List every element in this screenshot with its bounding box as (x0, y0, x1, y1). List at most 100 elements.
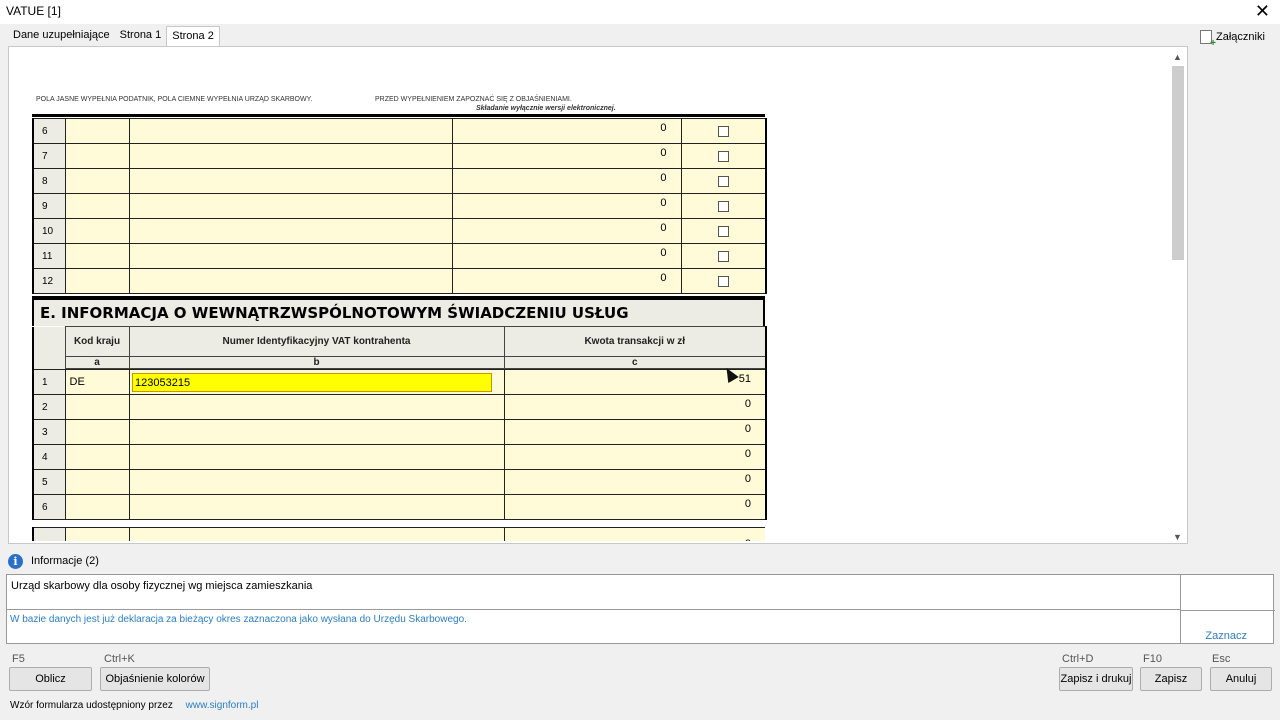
row-checkbox[interactable] (717, 275, 729, 287)
footer: Wzór formularza udostępniony przez www.s… (0, 697, 1280, 720)
cell-input[interactable] (64, 143, 130, 169)
column-header-country: Kod kraju (64, 326, 130, 357)
scroll-down-icon[interactable]: ▼ (1173, 532, 1182, 542)
row-number: 10 (32, 218, 66, 244)
column-sub-a: a (64, 356, 130, 369)
form-note-left: POLA JASNE WYPEŁNIA PODATNIK, POLA CIEMN… (36, 96, 313, 103)
title-bar: VATUE [1] ✕ (0, 0, 1280, 24)
vat-number-input[interactable] (132, 373, 492, 392)
scroll-thumb[interactable] (1172, 66, 1184, 260)
cell-input[interactable] (64, 193, 130, 219)
clipped-row: 7 0 (32, 527, 765, 541)
color-legend-button[interactable]: Objaśnienie kolorów (100, 667, 210, 691)
cell-value[interactable]: 0 (451, 218, 682, 244)
cell-input[interactable] (64, 118, 130, 144)
row-checkbox[interactable] (717, 225, 729, 237)
amount-cell[interactable]: 0 (503, 494, 767, 520)
footer-link[interactable]: www.signform.pl (186, 700, 259, 711)
row-checkbox[interactable] (717, 150, 729, 162)
cell-input[interactable] (64, 168, 130, 194)
mark-link[interactable]: Zaznacz (1205, 630, 1247, 642)
table-row: 7 0 (32, 527, 765, 541)
cell-value[interactable]: 0 (451, 243, 682, 269)
row-checkbox[interactable] (717, 200, 729, 212)
row-number: 7 (32, 143, 66, 169)
country-cell[interactable] (64, 419, 130, 445)
attachment-add-icon (1200, 30, 1216, 49)
cell-input[interactable] (128, 143, 453, 169)
cell-value[interactable]: 0 (451, 268, 682, 294)
vat-cell[interactable] (128, 469, 505, 495)
amount-cell[interactable]: 0 (503, 469, 767, 495)
row-number: 2 (32, 394, 66, 420)
cell-value[interactable]: 0 (451, 193, 682, 219)
vat-cell[interactable] (128, 394, 505, 420)
country-cell[interactable] (64, 494, 130, 520)
info-tab[interactable]: i Informacje (2) (8, 550, 99, 572)
amount-cell[interactable]: 0 (503, 394, 767, 420)
cell-input[interactable] (128, 118, 453, 144)
row-number: 6 (32, 118, 66, 144)
row-number: 11 (32, 243, 66, 269)
row-number: 12 (32, 268, 66, 294)
table-row: 2 0 (32, 394, 767, 420)
attachments-button[interactable]: Załączniki (1200, 30, 1265, 49)
window-title: VATUE [1] (6, 4, 61, 18)
row-number: 9 (32, 193, 66, 219)
form-scrollbar[interactable]: ▲ ▼ (1170, 52, 1186, 542)
cell-input[interactable] (128, 168, 453, 194)
cell-input[interactable] (128, 193, 453, 219)
save-button[interactable]: Zapisz (1140, 667, 1202, 691)
vat-cell[interactable] (128, 419, 505, 445)
save-print-button[interactable]: Zapisz i drukuj (1059, 667, 1133, 691)
table-row: 6 0 (32, 494, 767, 520)
vat-cell[interactable] (128, 494, 505, 520)
tab-dane-uzupelniajace[interactable]: Dane uzupełniające (8, 26, 115, 46)
amount-cell[interactable]: 0 (503, 444, 767, 470)
vat-cell[interactable] (128, 527, 505, 541)
upper-table: 6 0 7 0 8 0 9 0 10 0 11 0 12 0 (32, 118, 767, 294)
attachments-label: Załączniki (1216, 31, 1265, 43)
row-checkbox[interactable] (717, 125, 729, 137)
form-note-sub: Składanie wyłącznie wersji elektroniczne… (476, 105, 616, 112)
cell-input[interactable] (64, 268, 130, 294)
section-e-title: E. INFORMACJA O WEWNĄTRZWSPÓLNOTOWYM ŚWI… (32, 300, 765, 326)
amount-cell[interactable]: 0 (503, 527, 765, 541)
table-row: 11 0 (32, 243, 767, 269)
row-checkbox[interactable] (717, 175, 729, 187)
cell-value[interactable]: 0 (451, 143, 682, 169)
info-messages: Urząd skarbowy dla osoby fizycznej wg mi… (6, 574, 1275, 644)
info-icon: i (8, 553, 23, 569)
row-checkbox[interactable] (717, 250, 729, 262)
cell-input[interactable] (128, 243, 453, 269)
cancel-button[interactable]: Anuluj (1210, 667, 1272, 691)
close-icon[interactable]: ✕ (1255, 1, 1270, 21)
cell-input[interactable] (64, 218, 130, 244)
vat-cell[interactable] (128, 444, 505, 470)
cell-value[interactable]: 0 (451, 118, 682, 144)
cell-value[interactable]: 0 (451, 168, 682, 194)
amount-cell[interactable]: 0 (503, 419, 767, 445)
table-row: 8 0 (32, 168, 767, 194)
footer-text: Wzór formularza udostępniony przez (10, 700, 173, 711)
country-cell[interactable] (64, 394, 130, 420)
info-message-1: Urząd skarbowy dla osoby fizycznej wg mi… (7, 575, 1181, 610)
cell-input[interactable] (64, 243, 130, 269)
shortcut-ctrl-k: Ctrl+K (104, 653, 135, 665)
row-number: 3 (32, 419, 66, 445)
calculate-button[interactable]: Oblicz (9, 667, 92, 691)
table-row: 7 0 (32, 143, 767, 169)
table-row: 3 0 (32, 419, 767, 445)
scroll-up-icon[interactable]: ▲ (1173, 52, 1182, 62)
table-row: 9 0 (32, 193, 767, 219)
cell-input[interactable] (128, 218, 453, 244)
cell-input[interactable] (128, 268, 453, 294)
tab-strona-2[interactable]: Strona 2 (166, 26, 220, 46)
info-tab-label: Informacje (2) (31, 555, 99, 567)
country-cell[interactable] (64, 469, 130, 495)
country-cell[interactable] (64, 444, 130, 470)
country-cell[interactable]: DE (64, 369, 130, 395)
column-header-amount: Kwota transakcji w zł (503, 326, 767, 357)
tab-strona-1[interactable]: Strona 1 (115, 26, 167, 46)
country-cell[interactable] (64, 527, 130, 541)
